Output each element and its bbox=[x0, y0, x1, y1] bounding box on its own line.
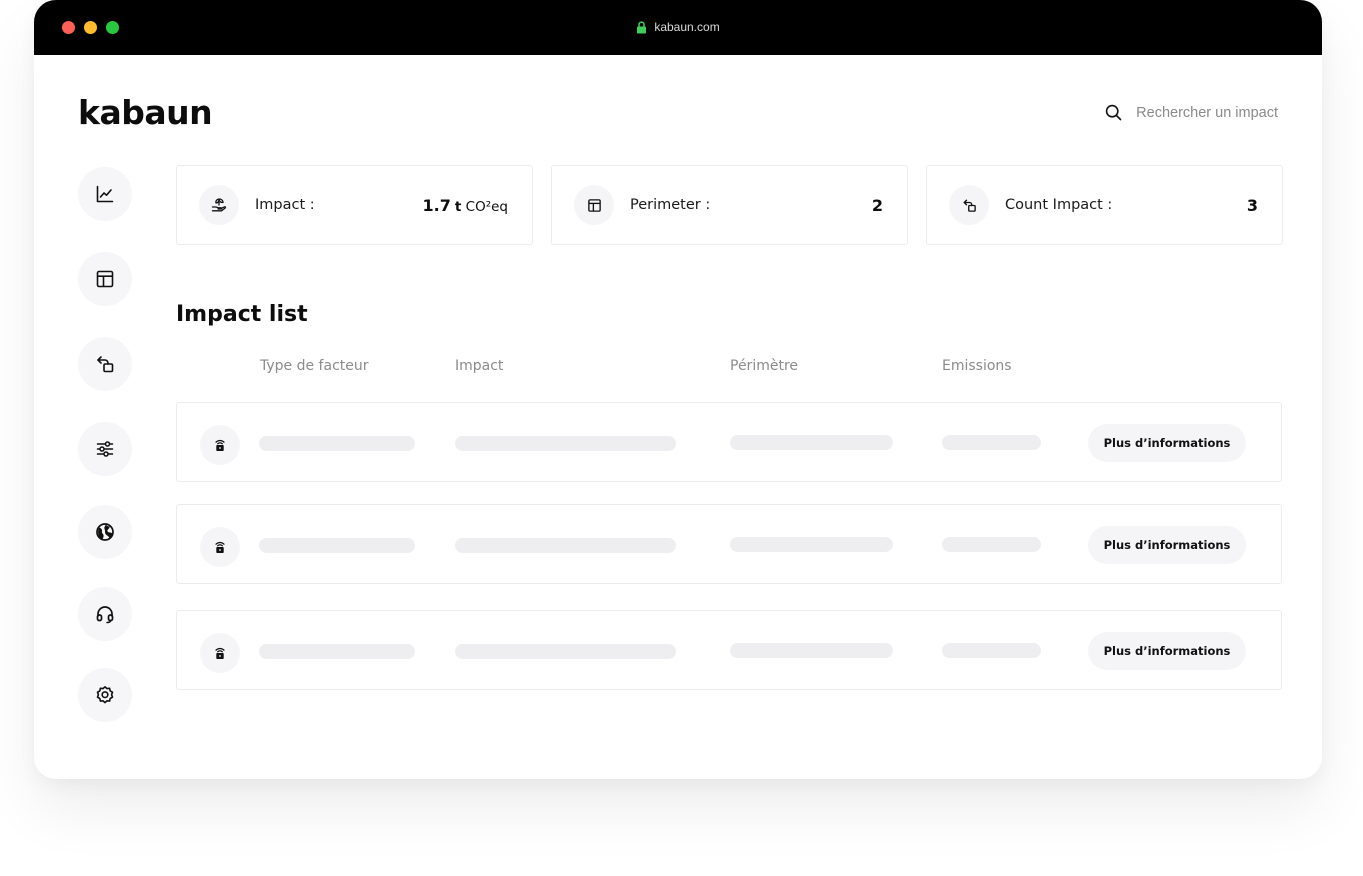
skeleton-impact bbox=[455, 436, 676, 451]
skeleton-type bbox=[259, 436, 415, 451]
sidebar-item-impacts[interactable] bbox=[78, 337, 132, 391]
column-header-impact[interactable]: Impact bbox=[455, 358, 503, 374]
more-info-button[interactable]: Plus d’informations bbox=[1088, 526, 1246, 564]
skeleton-type bbox=[259, 538, 415, 553]
more-info-button[interactable]: Plus d’informations bbox=[1088, 424, 1246, 462]
column-header-emissions[interactable]: Emissions bbox=[942, 358, 1012, 374]
skeleton-perimetre bbox=[730, 537, 893, 552]
search-bar[interactable]: Rechercher un impact bbox=[1105, 104, 1278, 121]
gear-icon bbox=[96, 686, 114, 704]
sidebar-item-globe[interactable] bbox=[78, 505, 132, 559]
sliders-icon bbox=[96, 441, 114, 457]
stat-unit: t CO²eq bbox=[455, 199, 508, 215]
stat-label: Perimeter : bbox=[630, 197, 711, 213]
skeleton-impact bbox=[455, 538, 676, 553]
sidebar-item-settings[interactable] bbox=[78, 668, 132, 722]
hand-leaf-icon bbox=[211, 198, 227, 212]
sidebar-item-filters[interactable] bbox=[78, 422, 132, 476]
skeleton-emissions bbox=[942, 537, 1041, 552]
impact-list-title: Impact list bbox=[176, 302, 308, 327]
address-bar[interactable]: kabaun.com bbox=[34, 20, 1322, 34]
app-logo[interactable]: kabaun bbox=[78, 93, 213, 132]
table-row[interactable]: Plus d’informations bbox=[176, 504, 1282, 584]
lock-icon bbox=[637, 20, 647, 33]
search-input[interactable]: Rechercher un impact bbox=[1136, 105, 1278, 121]
sidebar-item-support[interactable] bbox=[78, 587, 132, 641]
skeleton-perimetre bbox=[730, 643, 893, 658]
row-icon-wrap bbox=[200, 633, 240, 673]
transfer-icon bbox=[97, 356, 114, 373]
wifi-lock-icon bbox=[215, 439, 225, 451]
stat-card-perimeter: Perimeter : 2 bbox=[551, 165, 908, 245]
sidebar-item-perimeter[interactable] bbox=[78, 252, 132, 306]
stat-value-impact: 1.7 t CO²eq bbox=[423, 196, 508, 215]
row-icon-wrap bbox=[200, 425, 240, 465]
stat-icon-wrap bbox=[949, 185, 989, 225]
stat-value-perimeter: 2 bbox=[871, 195, 883, 215]
browser-window: kabaun.com kabaun Rechercher un impact I… bbox=[34, 0, 1322, 779]
skeleton-impact bbox=[455, 644, 676, 659]
skeleton-emissions bbox=[942, 435, 1041, 450]
wifi-lock-icon bbox=[215, 647, 225, 659]
stat-card-impact: Impact : 1.7 t CO²eq bbox=[176, 165, 533, 245]
stat-value-count-impact: 3 bbox=[1246, 195, 1258, 215]
skeleton-emissions bbox=[942, 643, 1041, 658]
stat-unit-suffix: CO²eq bbox=[465, 198, 508, 215]
stat-label: Impact : bbox=[255, 197, 315, 213]
wifi-lock-icon bbox=[215, 541, 225, 553]
layout-icon bbox=[587, 198, 601, 212]
url-text: kabaun.com bbox=[654, 20, 720, 34]
layout-icon bbox=[96, 270, 114, 288]
column-header-perimetre[interactable]: Périmètre bbox=[730, 358, 798, 374]
search-icon[interactable] bbox=[1105, 104, 1122, 121]
stat-unit-t: t bbox=[454, 198, 462, 215]
chart-line-icon bbox=[96, 185, 114, 203]
skeleton-perimetre bbox=[730, 435, 893, 450]
skeleton-type bbox=[259, 644, 415, 659]
stat-icon-wrap bbox=[574, 185, 614, 225]
row-icon-wrap bbox=[200, 527, 240, 567]
globe-icon bbox=[96, 523, 114, 541]
browser-titlebar: kabaun.com bbox=[34, 0, 1322, 55]
headset-icon bbox=[96, 606, 114, 624]
stat-label: Count Impact : bbox=[1005, 197, 1113, 213]
stat-icon-wrap bbox=[199, 185, 239, 225]
table-row[interactable]: Plus d’informations bbox=[176, 610, 1282, 690]
stat-number: 1.7 bbox=[422, 195, 451, 215]
stat-card-count-impact: Count Impact : 3 bbox=[926, 165, 1283, 245]
sidebar-item-dashboard[interactable] bbox=[78, 167, 132, 221]
table-row[interactable]: Plus d’informations bbox=[176, 402, 1282, 482]
column-header-type[interactable]: Type de facteur bbox=[260, 358, 369, 374]
transfer-icon bbox=[963, 199, 976, 212]
more-info-button[interactable]: Plus d’informations bbox=[1088, 632, 1246, 670]
